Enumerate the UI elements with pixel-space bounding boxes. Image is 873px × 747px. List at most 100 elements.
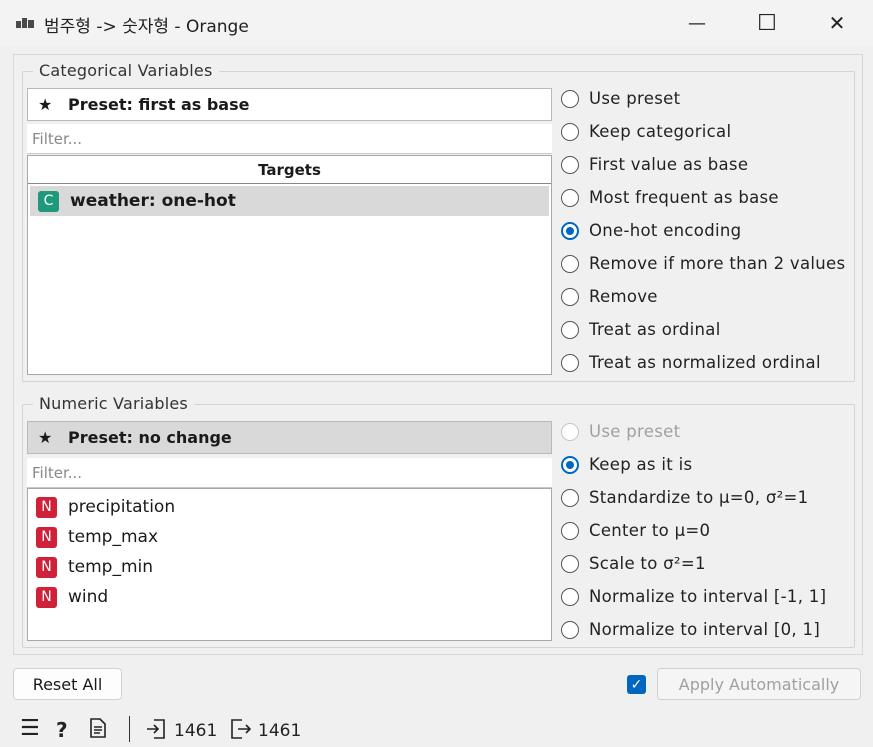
list-item[interactable]: N temp_min — [28, 552, 551, 582]
apply-button: Apply Automatically — [657, 668, 861, 700]
numeric-variable-icon: N — [36, 526, 57, 548]
numeric-variable-icon: N — [36, 556, 57, 578]
variable-name: wind — [68, 587, 109, 607]
radio-icon — [561, 188, 579, 207]
radio-label: Normalize to interval [-1, 1] — [589, 587, 827, 606]
radio-label: Remove — [589, 287, 658, 306]
radio-normalize-0-1[interactable]: Normalize to interval [0, 1] — [561, 613, 826, 646]
radio-label: First value as base — [589, 155, 749, 174]
radio-icon — [561, 320, 579, 339]
radio-icon — [561, 353, 579, 372]
radio-standardize[interactable]: Standardize to μ=0, σ²=1 — [561, 481, 826, 514]
output-count: 1461 — [258, 721, 302, 741]
star-icon: ★ — [38, 428, 53, 447]
radio-label: Treat as ordinal — [589, 320, 721, 339]
window-title: 범주형 -> 숫자형 - Orange — [44, 17, 249, 37]
radio-label: Keep as it is — [589, 455, 693, 474]
title-bar: 범주형 -> 숫자형 - Orange — ☐ ✕ — [0, 0, 873, 46]
minimize-button[interactable]: — — [662, 0, 732, 46]
output-icon — [230, 718, 252, 745]
radio-icon — [561, 521, 579, 540]
variable-name: precipitation — [68, 497, 176, 517]
radio-icon — [561, 89, 579, 108]
radio-icon — [561, 287, 579, 306]
radio-label: Keep categorical — [589, 122, 732, 141]
categorical-group-title: Categorical Variables — [33, 61, 219, 80]
radio-label: Treat as normalized ordinal — [589, 353, 821, 372]
variable-name: temp_max — [68, 527, 159, 547]
radio-icon — [561, 155, 579, 174]
radio-icon — [561, 554, 579, 573]
radio-selected-icon — [561, 455, 579, 474]
radio-label: Normalize to interval [0, 1] — [589, 620, 821, 639]
report-icon[interactable] — [90, 718, 106, 743]
maximize-button[interactable]: ☐ — [732, 0, 802, 46]
orange-widget-icon — [16, 16, 36, 30]
numeric-options: Use preset Keep as it is Standardize to … — [561, 415, 826, 646]
status-bar: ☰ ? 1461 1461 — [0, 712, 873, 747]
apply-automatically-checkbox[interactable]: ✓ — [627, 675, 646, 694]
maximize-icon: ☐ — [757, 10, 777, 36]
numeric-preset-item[interactable]: ★ Preset: no change — [27, 421, 552, 454]
help-icon[interactable]: ? — [56, 718, 68, 742]
radio-normalize-minus1-1[interactable]: Normalize to interval [-1, 1] — [561, 580, 826, 613]
radio-icon — [561, 620, 579, 639]
star-icon: ★ — [38, 95, 53, 114]
categorical-preset-label: Preset: first as base — [68, 95, 250, 114]
radio-scale[interactable]: Scale to σ²=1 — [561, 547, 826, 580]
categorical-options: Use preset Keep categorical First value … — [561, 82, 845, 379]
radio-label: One-hot encoding — [589, 221, 742, 240]
radio-selected-icon — [561, 221, 579, 240]
radio-use-preset-numeric: Use preset — [561, 415, 826, 448]
list-item[interactable]: C weather: one-hot — [30, 186, 549, 216]
radio-treat-as-ordinal[interactable]: Treat as ordinal — [561, 313, 845, 346]
radio-one-hot-encoding[interactable]: One-hot encoding — [561, 214, 845, 247]
radio-remove-if-more-than-2[interactable]: Remove if more than 2 values — [561, 247, 845, 280]
radio-center[interactable]: Center to μ=0 — [561, 514, 826, 547]
checkmark-icon: ✓ — [630, 676, 643, 693]
radio-label: Scale to σ²=1 — [589, 554, 706, 573]
categorical-preset-item[interactable]: ★ Preset: first as base — [27, 88, 552, 121]
radio-label: Standardize to μ=0, σ²=1 — [589, 488, 809, 507]
categorical-filter-input[interactable]: Filter... — [27, 124, 552, 154]
categorical-variable-icon: C — [38, 190, 59, 212]
numeric-group-title: Numeric Variables — [33, 394, 194, 413]
radio-use-preset[interactable]: Use preset — [561, 82, 845, 115]
list-item[interactable]: N wind — [28, 582, 551, 612]
variable-name: temp_min — [68, 557, 154, 577]
reset-all-button[interactable]: Reset All — [13, 668, 122, 700]
radio-most-frequent-as-base[interactable]: Most frequent as base — [561, 181, 845, 214]
radio-treat-as-normalized-ordinal[interactable]: Treat as normalized ordinal — [561, 346, 845, 379]
radio-label: Center to μ=0 — [589, 521, 711, 540]
close-icon: ✕ — [828, 11, 846, 35]
radio-icon — [561, 122, 579, 141]
separator — [129, 716, 130, 742]
radio-icon — [561, 587, 579, 606]
radio-first-value-as-base[interactable]: First value as base — [561, 148, 845, 181]
numeric-filter-input[interactable]: Filter... — [27, 458, 552, 488]
minimize-icon: — — [688, 12, 706, 34]
numeric-preset-label: Preset: no change — [68, 428, 232, 447]
radio-icon — [561, 254, 579, 273]
radio-icon — [561, 488, 579, 507]
list-header-targets: Targets — [28, 156, 551, 184]
radio-icon — [561, 422, 579, 441]
input-icon — [146, 718, 166, 745]
numeric-variable-icon: N — [36, 496, 57, 518]
numeric-variable-icon: N — [36, 586, 57, 608]
radio-label: Use preset — [589, 422, 681, 441]
menu-icon[interactable]: ☰ — [20, 716, 40, 741]
radio-remove[interactable]: Remove — [561, 280, 845, 313]
list-item[interactable]: N temp_max — [28, 522, 551, 552]
input-count: 1461 — [174, 721, 218, 741]
radio-keep-as-it-is[interactable]: Keep as it is — [561, 448, 826, 481]
radio-label: Remove if more than 2 values — [589, 254, 846, 273]
close-button[interactable]: ✕ — [802, 0, 872, 46]
numeric-variable-list[interactable]: N precipitation N temp_max N temp_min N … — [27, 488, 552, 641]
radio-label: Use preset — [589, 89, 681, 108]
radio-keep-categorical[interactable]: Keep categorical — [561, 115, 845, 148]
list-item[interactable]: N precipitation — [28, 492, 551, 522]
categorical-variable-list[interactable]: Targets C weather: one-hot — [27, 155, 552, 375]
variable-name: weather: one-hot — [70, 191, 236, 211]
radio-label: Most frequent as base — [589, 188, 779, 207]
